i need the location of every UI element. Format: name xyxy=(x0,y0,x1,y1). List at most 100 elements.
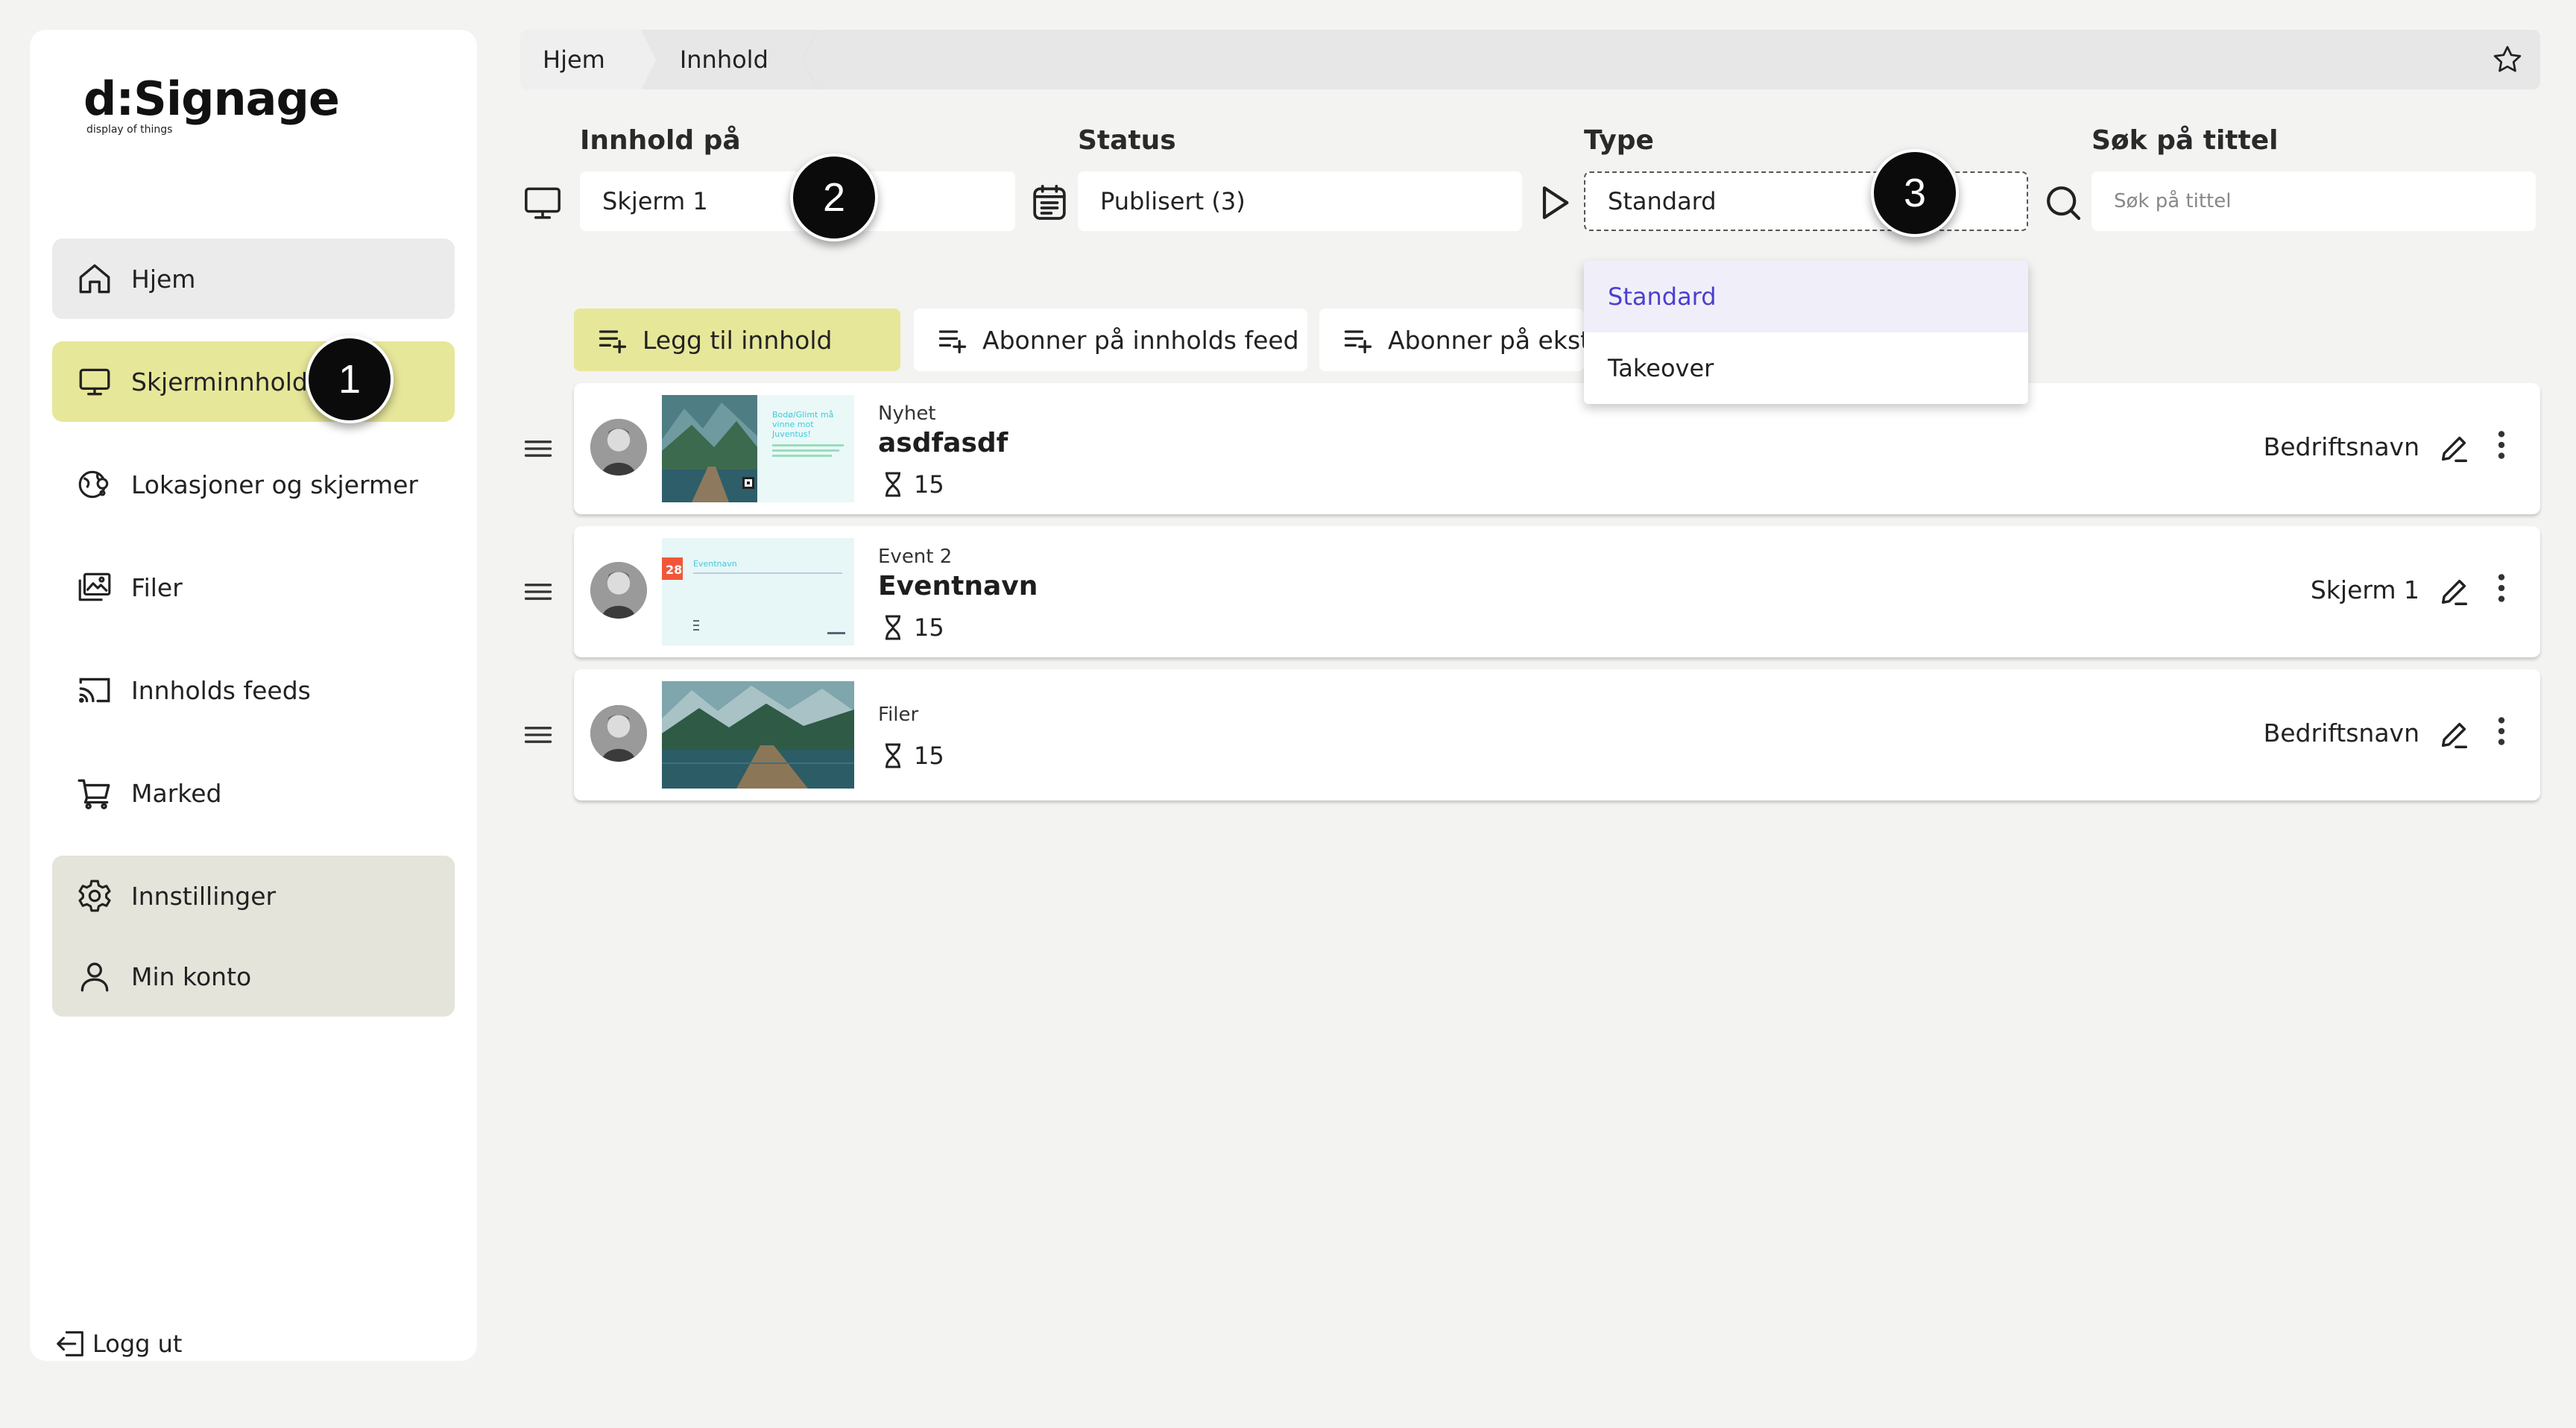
subscribe-content-feed-button[interactable]: Abonner på innholds feed xyxy=(914,309,1307,371)
step-badge-1: 1 xyxy=(306,335,394,423)
thumb-headline: vinne mot xyxy=(772,420,814,429)
add-content-label: Legg til innhold xyxy=(643,325,833,355)
table-row[interactable]: 28 Eventnavn Event 2 Eventnavn 15 Skjerm… xyxy=(574,526,2540,657)
drag-handle-icon[interactable] xyxy=(522,575,555,608)
sidebar-item-label: Innstillinger xyxy=(131,881,277,911)
cast-icon xyxy=(78,677,110,703)
content-title: asdfasdf xyxy=(878,428,1008,458)
thumb-headline: Bodø/Glimt må xyxy=(772,410,833,420)
hourglass-icon xyxy=(886,743,900,768)
playlist-add-icon xyxy=(599,330,627,354)
calendar-list-icon xyxy=(1033,184,1066,220)
monitor-icon xyxy=(79,368,110,396)
duration-value: 15 xyxy=(914,470,944,499)
sidebar-item-label: Lokasjoner og skjermer xyxy=(131,470,418,499)
logo-wordmark: d:Signage xyxy=(83,72,340,126)
filter-status-select[interactable]: Publisert (3) xyxy=(1078,171,1522,231)
filter-type-value: Standard xyxy=(1608,187,1717,215)
drag-handle-icon[interactable] xyxy=(522,432,555,465)
sidebar-item-files[interactable]: Filer xyxy=(52,547,455,628)
sidebar-item-label: Marked xyxy=(131,778,222,808)
content-type: Nyhet xyxy=(878,402,936,425)
logout-button[interactable]: Logg ut xyxy=(54,1327,182,1361)
playlist-add-icon xyxy=(938,330,967,354)
content-duration: 15 xyxy=(878,470,944,499)
more-vertical-icon[interactable] xyxy=(2488,569,2515,607)
breadcrumb-home[interactable]: Hjem xyxy=(520,30,656,89)
content-thumbnail: 28 Eventnavn xyxy=(662,538,854,645)
home-icon xyxy=(79,264,110,294)
hourglass-icon xyxy=(886,615,900,640)
content-thumbnail xyxy=(662,681,854,789)
sidebar-item-label: Skjerminnhold xyxy=(131,367,308,397)
playlist-add-icon xyxy=(1344,330,1372,354)
duration-value: 15 xyxy=(914,742,944,770)
hourglass-icon xyxy=(886,472,900,497)
type-option-standard[interactable]: Standard xyxy=(1584,261,2028,332)
content-duration: 15 xyxy=(878,741,944,771)
content-owner: Bedriftsnavn xyxy=(2263,718,2419,748)
thumb-date: 28 xyxy=(666,563,682,577)
sidebar-item-market[interactable]: Marked xyxy=(52,753,455,833)
edit-icon[interactable] xyxy=(2437,431,2472,465)
search-placeholder: Søk på tittel xyxy=(2114,190,2232,212)
content-owner: Skjerm 1 xyxy=(2310,575,2419,604)
user-icon xyxy=(80,962,109,992)
sidebar-item-label: Hjem xyxy=(131,264,196,294)
filter-status-value: Publisert (3) xyxy=(1100,187,1246,215)
type-dropdown-menu: Standard Takeover xyxy=(1584,261,2028,404)
filter-content-on-value: Skjerm 1 xyxy=(602,187,708,215)
sidebar-item-locations[interactable]: Lokasjoner og skjermer xyxy=(52,444,455,525)
content-type: Event 2 xyxy=(878,546,953,568)
location-icon xyxy=(78,470,109,499)
sidebar-item-settings[interactable]: Innstillinger xyxy=(52,856,455,936)
monitor-icon xyxy=(525,187,561,219)
logo[interactable]: d:Signage display of things xyxy=(83,72,340,136)
table-row[interactable]: Bodø/Glimt må vinne mot Juventus! Nyhet … xyxy=(574,383,2540,514)
cart-icon xyxy=(78,779,110,809)
breadcrumb-content[interactable]: Innhold xyxy=(641,30,818,89)
type-option-takeover[interactable]: Takeover xyxy=(1584,332,2028,404)
search-input[interactable]: Søk på tittel xyxy=(2092,171,2536,231)
drag-handle-icon[interactable] xyxy=(522,718,555,751)
subscribe-content-feed-label: Abonner på innholds feed xyxy=(982,325,1299,355)
table-row[interactable]: Filer 15 Bedriftsnavn xyxy=(574,669,2540,800)
sidebar-item-label: Min konto xyxy=(131,961,252,991)
filter-type-select[interactable]: Standard xyxy=(1584,171,2028,231)
subscribe-external-label: Abonner på ekste xyxy=(1388,325,1584,355)
add-content-button[interactable]: Legg til innhold xyxy=(574,309,900,371)
content-thumbnail: Bodø/Glimt må vinne mot Juventus! xyxy=(662,395,854,502)
more-vertical-icon[interactable] xyxy=(2488,713,2515,750)
content-duration: 15 xyxy=(878,613,944,642)
gear-icon xyxy=(78,879,111,912)
more-vertical-icon[interactable] xyxy=(2488,426,2515,464)
avatar xyxy=(590,562,647,619)
edit-icon[interactable] xyxy=(2437,717,2472,751)
sidebar-item-screen-content[interactable]: Skjerminnhold xyxy=(52,341,455,422)
thumb-headline: Juventus! xyxy=(771,429,811,439)
sidebar-item-my-account[interactable]: Min konto xyxy=(52,936,455,1017)
step-badge-2: 2 xyxy=(790,154,878,241)
sidebar-item-content-feeds[interactable]: Innholds feeds xyxy=(52,650,455,730)
image-icon xyxy=(78,572,111,601)
sidebar-item-label: Filer xyxy=(131,572,183,602)
content-title: Eventnavn xyxy=(878,571,1038,601)
content-type: Filer xyxy=(878,704,919,726)
subscribe-external-button[interactable]: Abonner på ekste xyxy=(1319,309,1584,371)
duration-value: 15 xyxy=(914,613,944,642)
step-badge-3: 3 xyxy=(1871,149,1959,237)
favorite-star-icon[interactable] xyxy=(2491,43,2524,76)
sidebar-item-home[interactable]: Hjem xyxy=(52,238,455,319)
sidebar-item-label: Innholds feeds xyxy=(131,675,311,705)
filter-content-on-label: Innhold på xyxy=(580,125,741,156)
search-icon xyxy=(2047,186,2081,221)
avatar xyxy=(590,419,647,476)
play-icon xyxy=(1542,186,1569,219)
logout-icon xyxy=(57,1331,83,1356)
filter-status-label: Status xyxy=(1078,125,1176,156)
filter-type-label: Type xyxy=(1584,125,1654,156)
sidebar: d:Signage display of things Hjem Skjermi… xyxy=(30,30,477,1361)
filter-search-label: Søk på tittel xyxy=(2092,125,2279,156)
edit-icon[interactable] xyxy=(2437,574,2472,608)
thumb-headline: Eventnavn xyxy=(693,559,737,569)
